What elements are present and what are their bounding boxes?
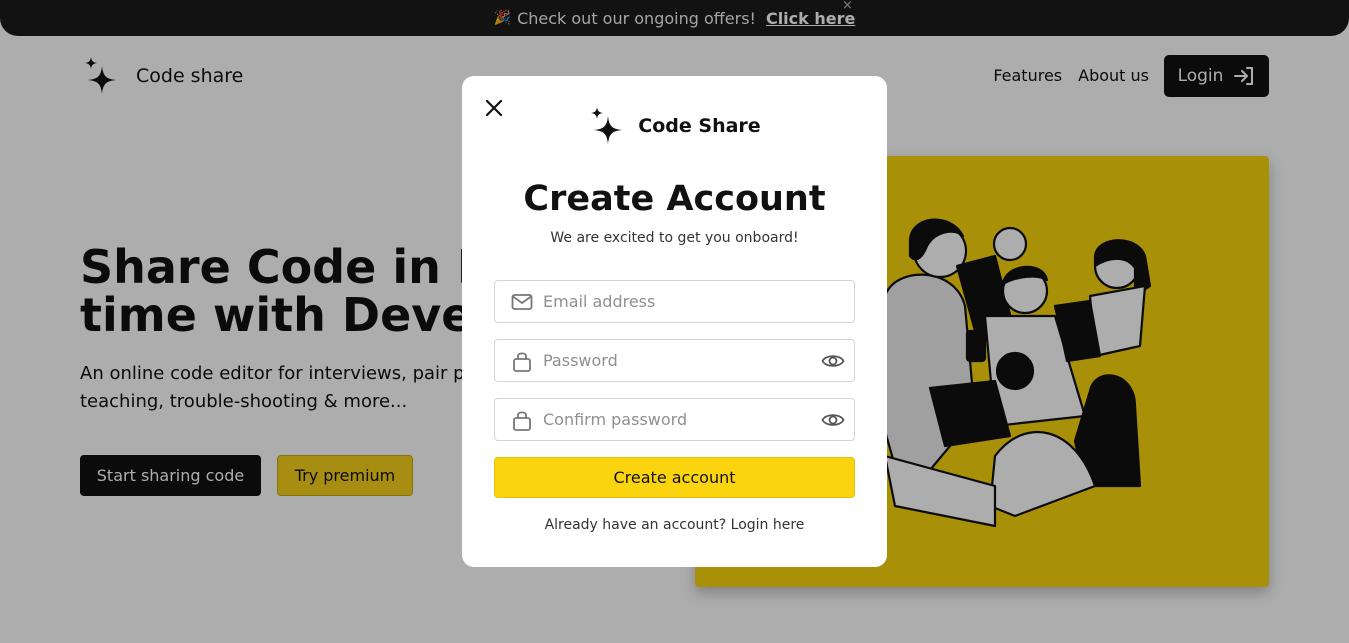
create-account-modal: Code Share Create Account We are excited… bbox=[462, 76, 887, 567]
modal-tagline: We are excited to get you onboard! bbox=[550, 230, 799, 246]
show-password-icon[interactable] bbox=[821, 350, 845, 372]
lock-icon bbox=[513, 410, 531, 431]
password-field[interactable] bbox=[494, 339, 855, 382]
email-input[interactable] bbox=[543, 292, 813, 311]
confirm-password-input[interactable] bbox=[543, 410, 813, 429]
mail-icon bbox=[511, 293, 533, 310]
confirm-password-field[interactable] bbox=[494, 398, 855, 441]
create-account-button[interactable]: Create account bbox=[494, 457, 855, 498]
show-confirm-password-icon[interactable] bbox=[821, 409, 845, 431]
email-field[interactable] bbox=[494, 280, 855, 323]
password-input[interactable] bbox=[543, 351, 813, 370]
modal-brand-name: Code Share bbox=[638, 115, 761, 137]
modal-title: Create Account bbox=[523, 179, 826, 219]
lock-icon bbox=[513, 351, 531, 372]
sparkle-logo-icon bbox=[591, 107, 623, 144]
login-here-link[interactable]: Already have an account? Login here bbox=[462, 517, 887, 533]
modal-brand: Code Share bbox=[462, 106, 887, 146]
